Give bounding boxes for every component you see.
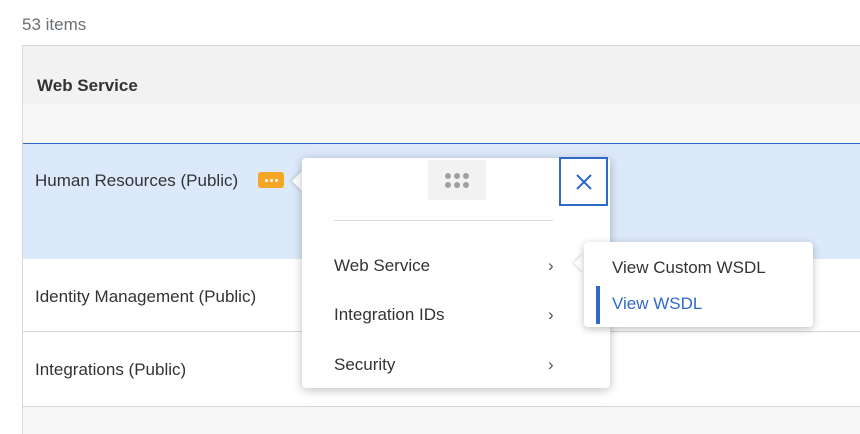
submenu-item-label: View Custom WSDL [612,258,766,277]
chevron-right-icon: › [548,305,554,324]
row-label[interactable]: Human Resources (Public) [35,171,238,191]
web-service-submenu: View Custom WSDL View WSDL [584,242,813,327]
row-label[interactable]: Integrations (Public) [35,360,186,380]
close-icon [575,173,592,190]
menu-item-integration-ids[interactable]: Integration IDs › [334,299,564,329]
table-footer-strip [23,407,860,434]
row-label[interactable]: Identity Management (Public) [35,287,256,307]
column-header-web-service[interactable]: Web Service [37,76,138,96]
table-spacer [23,104,860,143]
related-actions-popup: Web Service › Integration IDs › Security… [302,157,610,388]
submenu-item-view-custom-wsdl[interactable]: View Custom WSDL [584,250,813,284]
menu-item-security[interactable]: Security › [334,349,564,379]
drag-handle-icon[interactable] [428,160,486,200]
table-header: Web Service [23,45,860,104]
menu-item-label: Integration IDs [334,305,445,324]
submenu-caret [574,253,584,273]
item-count: 53 items [22,15,87,34]
ellipsis-icon[interactable] [258,172,284,188]
popup-divider [334,220,553,221]
menu-item-label: Web Service [334,256,431,275]
chevron-right-icon: › [548,256,554,275]
submenu-item-view-wsdl[interactable]: View WSDL [584,286,813,324]
menu-item-label: Security [334,355,396,374]
close-button[interactable] [559,157,608,206]
menu-item-web-service[interactable]: Web Service › [334,250,564,280]
submenu-item-label: View WSDL [612,294,703,313]
chevron-right-icon: › [548,355,554,374]
